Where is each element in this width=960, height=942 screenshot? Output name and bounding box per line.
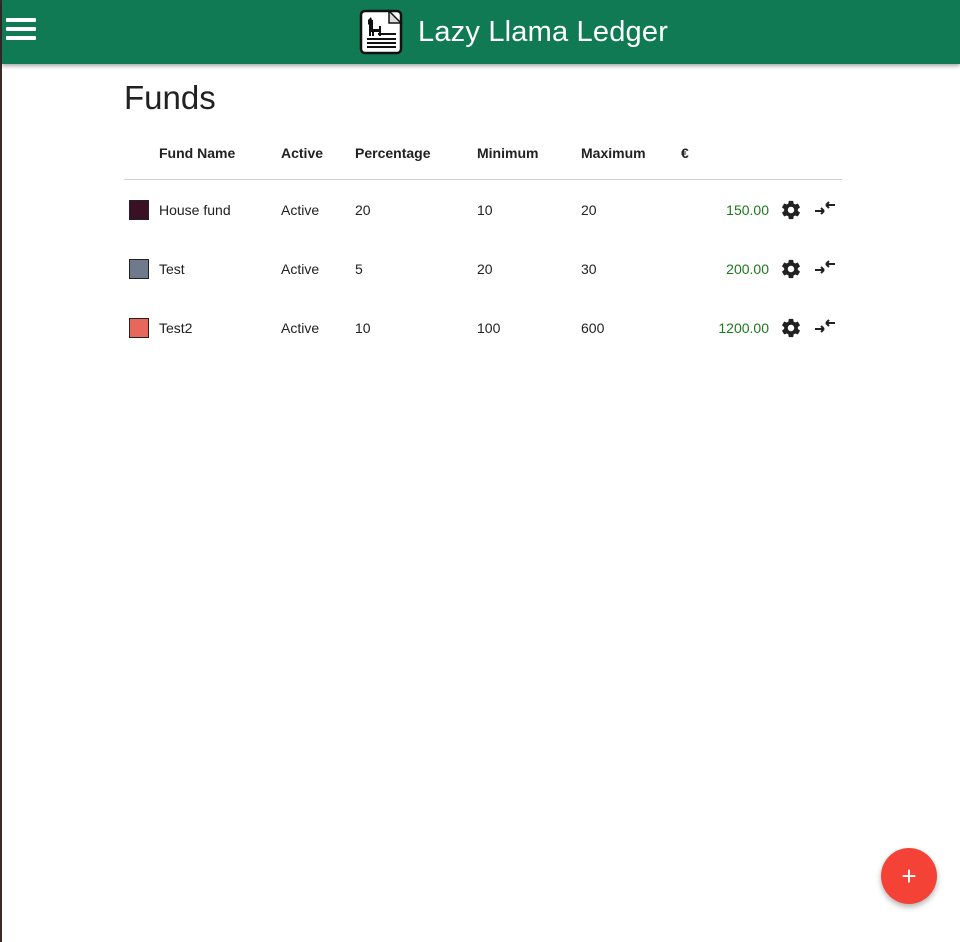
transfer-arrows-icon[interactable]	[813, 198, 837, 222]
fund-color-swatch	[129, 317, 149, 338]
fund-maximum: 600	[581, 319, 605, 336]
gear-icon[interactable]	[779, 257, 803, 281]
app-title: Lazy Llama Ledger	[418, 15, 669, 48]
hamburger-menu-icon[interactable]	[6, 18, 36, 46]
fund-name: Test	[159, 260, 185, 277]
column-header-color	[124, 126, 159, 180]
column-header-actions	[769, 126, 842, 180]
fund-percentage: 20	[355, 201, 371, 218]
funds-table: Fund Name Active Percentage Minimum Maxi…	[124, 126, 842, 357]
add-icon: +	[901, 861, 917, 891]
fund-color-swatch	[129, 258, 149, 279]
fund-name: House fund	[159, 201, 231, 218]
fund-amount: 200.00	[726, 260, 769, 277]
brand: Lazy Llama Ledger	[358, 8, 668, 56]
column-header-percentage[interactable]: Percentage	[355, 126, 477, 180]
page-title: Funds	[124, 79, 216, 116]
fund-color-swatch	[129, 199, 149, 220]
fund-minimum: 10	[477, 201, 493, 218]
add-fund-button[interactable]: +	[881, 848, 937, 904]
row-actions	[769, 257, 842, 281]
fund-active-status: Active	[281, 260, 320, 277]
table-header-row: Fund Name Active Percentage Minimum Maxi…	[124, 126, 842, 180]
fund-name: Test2	[159, 319, 193, 336]
table-row[interactable]: House fund Active 20 10 20 150.00	[124, 180, 842, 240]
column-header-active[interactable]: Active	[281, 126, 355, 180]
fund-minimum: 20	[477, 260, 493, 277]
fund-active-status: Active	[281, 201, 320, 218]
table-row[interactable]: Test Active 5 20 30 200.00	[124, 239, 842, 298]
gear-icon[interactable]	[779, 316, 803, 340]
fund-active-status: Active	[281, 319, 320, 336]
column-header-amount[interactable]: €	[681, 126, 769, 180]
main-content: Funds Fund Name Active Percentage Minimu…	[122, 76, 842, 338]
row-actions	[769, 316, 842, 340]
app-bar: Lazy Llama Ledger	[2, 0, 960, 64]
fund-amount: 150.00	[726, 201, 769, 218]
fund-percentage: 10	[355, 319, 371, 336]
fund-maximum: 30	[581, 260, 597, 277]
fund-amount: 1200.00	[718, 319, 769, 336]
app-root: Lazy Llama Ledger Funds Fund Name Active…	[0, 0, 960, 942]
table-row[interactable]: Test2 Active 10 100 600 1200.00	[124, 298, 842, 357]
column-header-minimum[interactable]: Minimum	[477, 126, 581, 180]
ledger-llama-logo	[359, 9, 403, 55]
column-header-fund-name[interactable]: Fund Name	[159, 126, 281, 180]
fund-percentage: 5	[355, 260, 363, 277]
transfer-arrows-icon[interactable]	[813, 316, 837, 340]
gear-icon[interactable]	[779, 198, 803, 222]
column-header-maximum[interactable]: Maximum	[581, 126, 681, 180]
fund-minimum: 100	[477, 319, 501, 336]
row-actions	[769, 198, 842, 222]
transfer-arrows-icon[interactable]	[813, 257, 837, 281]
fund-maximum: 20	[581, 201, 597, 218]
